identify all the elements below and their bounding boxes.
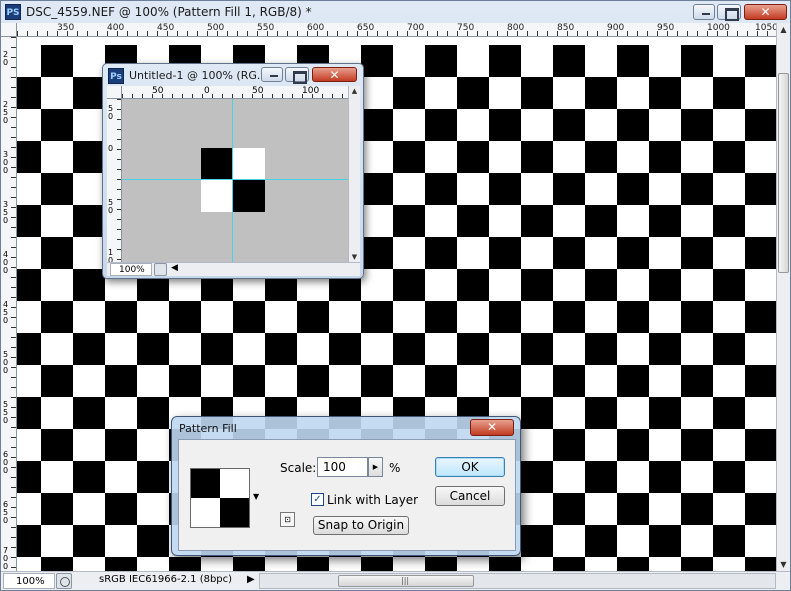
window-title: Untitled-1 @ 100% (RG... xyxy=(129,69,268,82)
ok-button[interactable]: OK xyxy=(435,457,505,477)
scroll-up-icon[interactable]: ▲ xyxy=(349,87,360,95)
ruler-origin[interactable] xyxy=(107,86,122,99)
ruler-ticks xyxy=(17,31,776,36)
status-bar: 100% ◀ xyxy=(107,262,360,276)
scale-label: Scale: xyxy=(280,461,317,475)
minimize-button[interactable] xyxy=(261,67,283,82)
ruler-origin[interactable] xyxy=(1,23,17,37)
ruler-label: 4 5 0 xyxy=(3,300,9,325)
status-arrow-icon[interactable]: ▶ xyxy=(247,574,255,585)
horizontal-scrollbar[interactable]: ||| xyxy=(259,573,776,589)
horizontal-ruler[interactable]: 350 400 450 500 550 600 650 700 750 800 … xyxy=(17,23,776,37)
close-icon: ✕ xyxy=(329,68,340,82)
ruler-ticks xyxy=(117,99,121,262)
maximize-icon xyxy=(286,68,308,84)
ruler-label: 1 0 xyxy=(108,248,114,263)
ruler-label: 4 0 0 xyxy=(3,250,9,275)
scroll-up-icon[interactable]: ▲ xyxy=(777,25,790,34)
ruler-label: 5 5 0 xyxy=(3,400,9,425)
maximize-icon xyxy=(718,5,740,21)
ruler-label: 2 5 0 xyxy=(3,100,9,125)
ruler-label: 5 0 0 xyxy=(3,350,9,375)
close-button[interactable]: ✕ xyxy=(744,4,787,20)
new-preset-icon[interactable]: ⊡ xyxy=(280,512,295,527)
scroll-down-icon[interactable]: ▼ xyxy=(349,253,360,261)
close-icon: ✕ xyxy=(760,5,771,19)
scale-unit: % xyxy=(389,461,401,475)
ruler-label: 6 0 0 xyxy=(3,450,9,475)
maximize-button[interactable] xyxy=(717,4,741,21)
scroll-grip-icon: ||| xyxy=(401,576,410,585)
ruler-label: 5 0 xyxy=(108,198,114,215)
ruler-label: 3 0 0 xyxy=(3,150,9,175)
zoom-level-field[interactable]: 100% xyxy=(110,263,152,276)
dialog-title: Pattern Fill xyxy=(179,422,237,435)
vertical-ruler[interactable]: 2 0 2 5 0 3 0 0 3 5 0 4 0 0 4 5 0 5 0 0 … xyxy=(1,37,17,571)
status-menu-icon[interactable] xyxy=(154,263,167,276)
maximize-button[interactable] xyxy=(285,67,309,84)
status-menu-icon[interactable] xyxy=(56,573,72,589)
vertical-scrollbar[interactable]: ▲ ▼ xyxy=(348,86,360,262)
close-button[interactable]: ✕ xyxy=(312,67,357,82)
black-tile xyxy=(201,148,233,180)
ruler-label: 5 0 xyxy=(108,104,114,121)
white-tile xyxy=(233,148,265,180)
horizontal-scroll-thumb[interactable]: ||| xyxy=(338,575,474,587)
document-profile: sRGB IEC61966-2.1 (8bpc) xyxy=(99,574,233,585)
ruler-ticks xyxy=(11,37,16,571)
pattern-tile-canvas[interactable] xyxy=(122,99,348,262)
scale-input[interactable]: 100 xyxy=(317,457,368,477)
pattern-black-square xyxy=(191,469,220,498)
minimize-icon xyxy=(694,5,714,19)
white-tile xyxy=(201,180,233,212)
zoom-level-field[interactable]: 100% xyxy=(3,573,55,589)
close-button[interactable]: ✕ xyxy=(470,419,514,436)
ruler-label: 0 xyxy=(108,144,114,153)
pattern-picker-swatch[interactable] xyxy=(190,468,250,528)
ruler-label: 7 0 0 xyxy=(3,546,9,571)
black-tile xyxy=(233,180,265,212)
status-bar: 100% sRGB IEC61966-2.1 (8bpc) ▶ ||| xyxy=(1,571,790,590)
ruler-label: 6 5 0 xyxy=(3,500,9,525)
minimize-button[interactable] xyxy=(693,4,715,20)
scroll-down-icon[interactable]: ▼ xyxy=(777,560,790,569)
vertical-scrollbar[interactable]: ▲ ▼ xyxy=(776,23,790,571)
horizontal-guide[interactable] xyxy=(122,179,348,180)
scale-slider-toggle[interactable]: ▶ xyxy=(368,457,383,477)
vertical-guide[interactable] xyxy=(232,99,233,262)
untitled-document-window[interactable]: Ps Untitled-1 @ 100% (RG... ✕ 50 0 50 10… xyxy=(102,63,364,279)
scroll-left-icon[interactable]: ◀ xyxy=(171,263,178,273)
link-with-layer-label[interactable]: Link with Layer xyxy=(327,493,418,507)
link-with-layer-checkbox[interactable]: ✓ xyxy=(311,493,324,506)
minimize-icon xyxy=(262,68,282,81)
dialog-body: ▼ ⊡ Scale: 100 ▶ % ✓ Link with Layer Sna… xyxy=(178,439,516,551)
photoshop-icon: PS xyxy=(5,4,21,20)
ruler-ticks xyxy=(122,94,348,98)
ruler-label: 2 0 xyxy=(3,50,9,67)
title-bar[interactable]: PS DSC_4559.NEF @ 100% (Pattern Fill 1, … xyxy=(1,1,790,23)
window-title: DSC_4559.NEF @ 100% (Pattern Fill 1, RGB… xyxy=(26,5,312,19)
pattern-black-square xyxy=(220,498,249,527)
snap-to-origin-button[interactable]: Snap to Origin xyxy=(313,516,409,535)
chevron-down-icon[interactable]: ▼ xyxy=(253,492,259,501)
vertical-ruler[interactable]: 5 0 0 5 0 1 0 xyxy=(107,99,122,262)
horizontal-ruler[interactable]: 50 0 50 100 xyxy=(122,86,348,99)
photoshop-icon: Ps xyxy=(108,68,124,84)
cancel-button[interactable]: Cancel xyxy=(435,486,505,506)
vertical-scroll-thumb[interactable] xyxy=(778,73,789,273)
pattern-fill-dialog: Pattern Fill ✕ ▼ ⊡ Scale: 100 ▶ % ✓ Link… xyxy=(171,416,521,556)
ruler-label: 3 5 0 xyxy=(3,200,9,225)
